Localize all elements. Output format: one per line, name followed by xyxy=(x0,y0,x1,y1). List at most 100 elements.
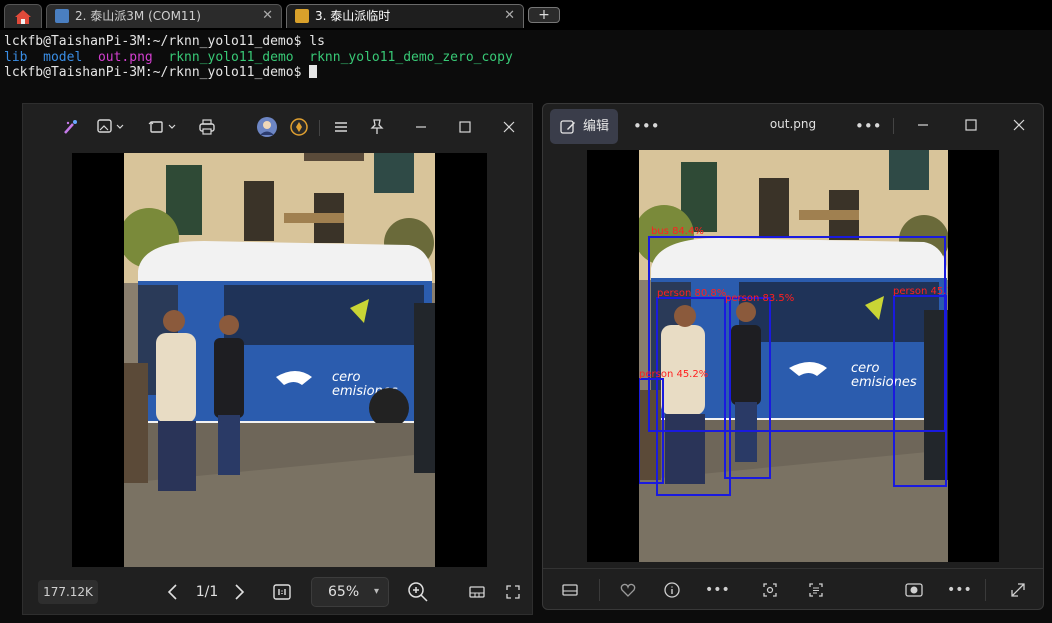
menu-icon[interactable] xyxy=(331,118,351,141)
photos-toolbar: ••• ••• xyxy=(543,568,1043,610)
close-icon[interactable]: ✕ xyxy=(262,5,273,27)
filmstrip-icon xyxy=(469,586,485,598)
app-badge-icon[interactable] xyxy=(289,118,309,141)
exec-entry: rknn_yolo11_demo_zero_copy xyxy=(309,49,513,65)
terminal-line: lib model out.png rknn_yolo11_demo rknn_… xyxy=(4,50,1052,66)
text-extract-button[interactable] xyxy=(805,581,827,604)
info-button[interactable] xyxy=(661,581,683,604)
background-blur-button[interactable] xyxy=(903,581,925,604)
prompt: lckfb@TaishanPi-3M:~/rknn_yolo11_demo$ xyxy=(4,65,310,80)
minimize-button[interactable] xyxy=(913,116,933,139)
image-viewer-window: cero emisiones 177.12K 1/1 65% ▾ xyxy=(22,103,533,615)
close-icon xyxy=(503,121,515,133)
zoom-value: 65% xyxy=(328,584,360,600)
filmstrip-button[interactable] xyxy=(559,581,581,604)
minimize-icon xyxy=(918,124,928,126)
actual-size-button[interactable] xyxy=(271,582,293,607)
new-tab-button[interactable]: + xyxy=(528,7,560,23)
more-icon: ••• xyxy=(947,582,972,598)
chevron-left-icon xyxy=(167,584,177,600)
filmstrip-icon xyxy=(562,584,578,596)
heart-icon xyxy=(620,583,636,597)
terminal-cursor xyxy=(309,65,318,78)
filmstrip-button[interactable] xyxy=(467,583,487,606)
svg-text:cero: cero xyxy=(851,361,879,376)
close-button[interactable] xyxy=(499,118,519,141)
detection-label: bus 84.4% xyxy=(651,226,704,237)
dir-entry: model xyxy=(43,49,83,65)
fullscreen-icon xyxy=(506,585,520,599)
close-icon xyxy=(1013,119,1025,131)
favorite-button[interactable] xyxy=(617,581,639,604)
svg-text:cero: cero xyxy=(332,370,360,385)
edit-button[interactable]: 编辑 xyxy=(550,109,618,144)
fullscreen-button[interactable] xyxy=(503,583,523,606)
home-tab[interactable] xyxy=(4,4,42,28)
home-icon xyxy=(15,10,31,24)
plus-icon: + xyxy=(538,7,550,23)
tab-label: 2. 泰山派3M (COM11) xyxy=(75,9,201,23)
avatar[interactable] xyxy=(255,116,279,143)
maximize-button[interactable] xyxy=(961,116,981,139)
pin-icon[interactable] xyxy=(367,118,387,141)
next-button[interactable] xyxy=(229,582,249,607)
divider xyxy=(319,120,320,136)
page-indicator: 1/1 xyxy=(195,584,219,600)
serial-icon xyxy=(55,9,69,23)
terminal-line: lckfb@TaishanPi-3M:~/rknn_yolo11_demo$ xyxy=(4,65,1052,81)
zoom-select[interactable]: 65% ▾ xyxy=(311,577,389,607)
window-title: out.png xyxy=(769,117,817,131)
edit-image-icon[interactable] xyxy=(95,118,127,141)
tab-label: 3. 泰山派临时 xyxy=(315,9,391,23)
file-entry: out.png xyxy=(97,49,153,65)
text-scan-icon xyxy=(809,583,823,597)
maximize-icon xyxy=(459,121,471,133)
close-button[interactable] xyxy=(1009,116,1029,139)
detection-label: person 45.2% xyxy=(639,369,709,380)
rotate-icon[interactable] xyxy=(147,118,179,141)
scan-icon xyxy=(763,583,777,597)
close-icon[interactable]: ✕ xyxy=(504,5,515,27)
divider xyxy=(599,579,600,601)
divider xyxy=(985,579,986,601)
expand-button[interactable] xyxy=(1007,581,1029,604)
divider xyxy=(893,118,894,134)
more-options-button[interactable]: ••• xyxy=(855,116,882,136)
detection-label: person 80.8% xyxy=(657,288,727,299)
image-canvas[interactable]: cero emisiones xyxy=(587,150,999,562)
zoom-in-button[interactable] xyxy=(407,581,429,608)
maximize-icon xyxy=(965,119,977,131)
edit-label: 编辑 xyxy=(583,119,610,134)
info-icon xyxy=(664,582,680,598)
photos-window: 编辑 ••• out.png ••• cero emisiones bus 84… xyxy=(542,103,1044,610)
image-canvas[interactable]: cero emisiones xyxy=(72,153,487,567)
print-icon[interactable] xyxy=(197,118,217,141)
expand-icon xyxy=(1011,583,1025,597)
chevron-right-icon xyxy=(235,584,245,600)
serial-icon xyxy=(295,9,309,23)
photo-street-bus: cero emisiones xyxy=(124,153,435,567)
tab-bar: 2. 泰山派3M (COM11) ✕ 3. 泰山派临时 ✕ + xyxy=(0,0,1052,30)
visual-search-button[interactable] xyxy=(759,581,781,604)
file-size-badge: 177.12K xyxy=(38,580,98,604)
more-options-button[interactable]: ••• xyxy=(705,581,730,599)
minimize-icon xyxy=(416,126,426,128)
edit-icon xyxy=(560,120,575,134)
chevron-down-icon: ▾ xyxy=(373,586,379,597)
actual-size-icon xyxy=(273,584,291,600)
more-options-button[interactable]: ••• xyxy=(633,116,660,136)
minimize-button[interactable] xyxy=(411,118,431,141)
command: ls xyxy=(309,34,325,49)
more-options-button[interactable]: ••• xyxy=(947,581,972,599)
prompt: lckfb@TaishanPi-3M:~/rknn_yolo11_demo$ xyxy=(4,34,310,49)
terminal[interactable]: lckfb@TaishanPi-3M:~/rknn_yolo11_demo$ l… xyxy=(0,30,1052,100)
camera-frame-icon xyxy=(905,583,923,597)
photo-detection-output: cero emisiones bus 84.4% person 80.8% pe… xyxy=(639,150,948,562)
maximize-button[interactable] xyxy=(455,118,475,141)
more-icon: ••• xyxy=(705,582,730,598)
tab-temp[interactable]: 3. 泰山派临时 ✕ xyxy=(286,4,524,28)
ai-icon[interactable] xyxy=(61,118,81,141)
tab-com11[interactable]: 2. 泰山派3M (COM11) ✕ xyxy=(46,4,282,28)
previous-button[interactable] xyxy=(163,582,183,607)
detection-label: person 83.5% xyxy=(725,293,795,304)
